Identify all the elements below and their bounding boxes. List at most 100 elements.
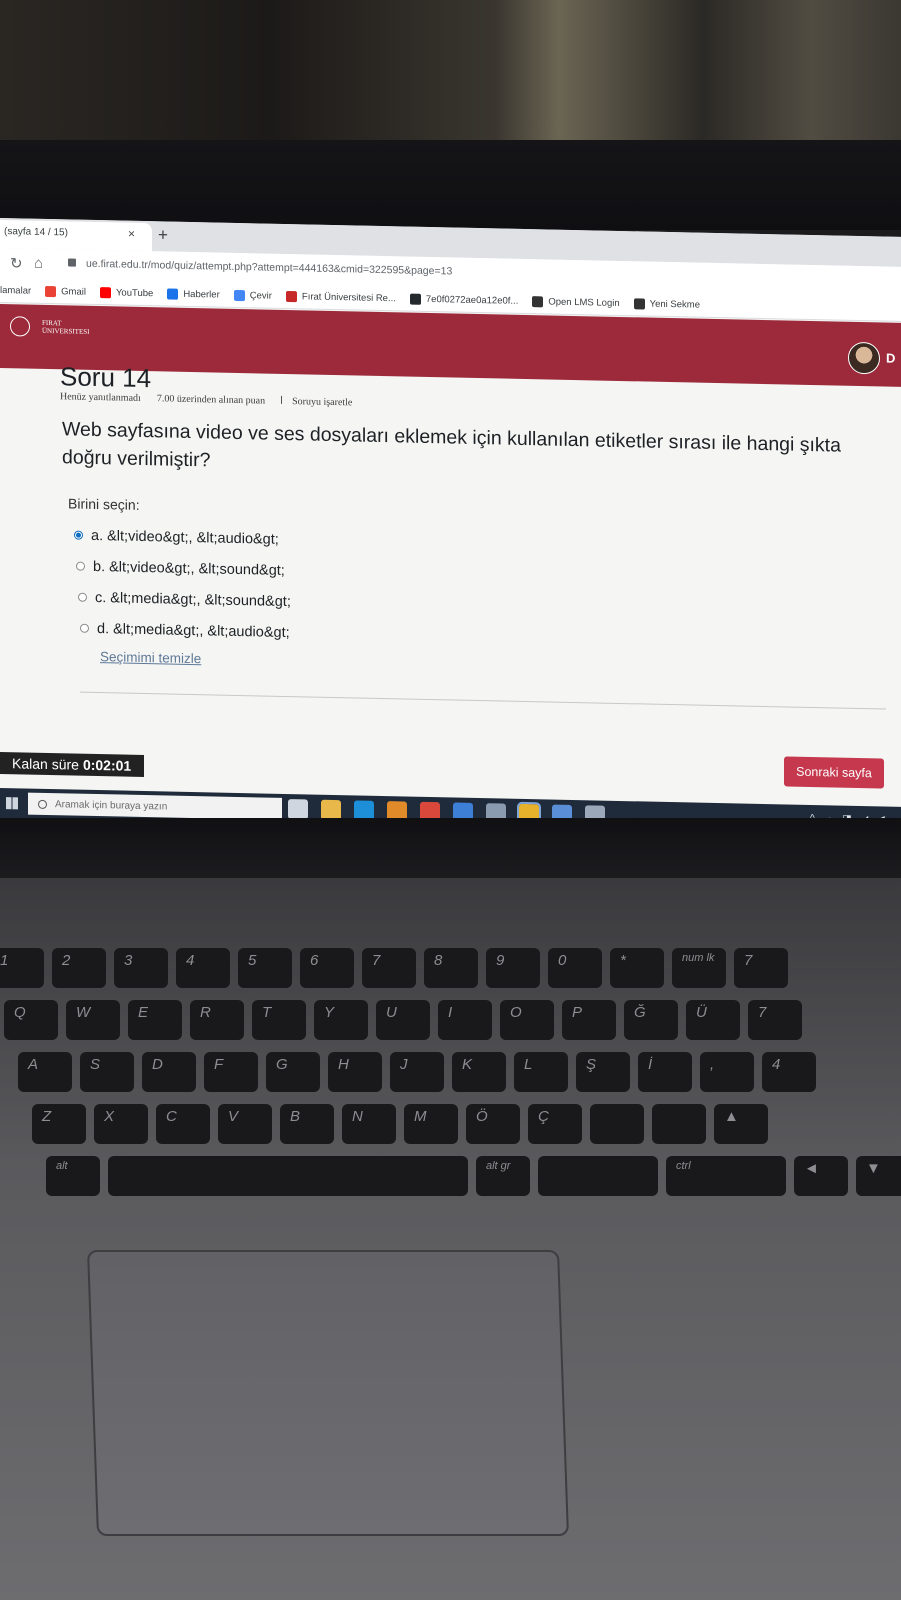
user-menu-initial[interactable]: D <box>886 351 895 366</box>
bookmark-item[interactable]: Fırat Üniversitesi Re... <box>285 290 396 304</box>
bookmark-label: 7e0f0272ae0a12e0f... <box>425 293 519 307</box>
bookmark-item[interactable]: Yeni Sekme <box>633 297 700 310</box>
keyboard-key: 8 <box>424 948 478 988</box>
keyboard-key: 9 <box>486 948 540 988</box>
keyboard-key: alt gr <box>476 1156 530 1196</box>
question-title: Soru 14 <box>60 361 152 394</box>
keyboard-key: ▼ <box>856 1156 901 1196</box>
windows-start-icon[interactable] <box>6 797 18 810</box>
bookmark-icon <box>532 295 544 307</box>
keyboard-key: ◄ <box>794 1156 848 1196</box>
clear-selection-link[interactable]: Seçimimi temizle <box>100 649 201 666</box>
tab-title: (sayfa 14 / 15) <box>4 226 68 239</box>
laptop-screen: (sayfa 14 / 15) × + ↻ ⌂ ue.firat.edu.tr/… <box>0 218 901 837</box>
bookmark-label: Gmail <box>61 285 86 298</box>
keyboard-key: 7 <box>362 948 416 988</box>
bookmark-icon <box>285 290 297 302</box>
bookmark-item[interactable]: lamalar <box>0 285 31 297</box>
keyboard-key: J <box>390 1052 444 1092</box>
university-logo-icon[interactable] <box>10 316 30 337</box>
keyboard-key: , <box>700 1052 754 1092</box>
keyboard-key: T <box>252 1000 306 1040</box>
keyboard-key: 0 <box>548 948 602 988</box>
next-page-button[interactable]: Sonraki sayfa <box>784 756 884 789</box>
keyboard-row: alt alt gr ctrl ◄ ▼ <box>46 1156 901 1200</box>
bookmark-item[interactable]: Open LMS Login <box>532 295 620 309</box>
answer-radio[interactable] <box>76 561 85 571</box>
keyboard-key: 7 <box>734 948 788 988</box>
keyboard-key: ▲ <box>714 1104 768 1144</box>
keyboard-key: alt <box>46 1156 100 1196</box>
search-icon <box>38 799 47 809</box>
keyboard-key: L <box>514 1052 568 1092</box>
keyboard-key: Z <box>32 1104 86 1144</box>
keyboard-key: C <box>156 1104 210 1144</box>
new-tab-button[interactable]: + <box>158 225 168 245</box>
answer-options: a. &lt;video&gt;, &lt;audio&gt; b. &lt;vi… <box>74 520 291 649</box>
bookmark-icon <box>233 289 245 301</box>
bookmark-label: Open LMS Login <box>548 295 620 309</box>
question-status: Henüz yanıtlanmadı <box>60 391 141 404</box>
home-icon[interactable]: ⌂ <box>34 255 43 272</box>
laptop-bezel-bottom <box>0 818 901 878</box>
answer-option[interactable]: a. &lt;video&gt;, &lt;audio&gt; <box>74 520 291 556</box>
bookmark-item[interactable]: YouTube <box>99 286 153 299</box>
taskbar-search-input[interactable]: Aramak için buraya yazın <box>28 792 282 820</box>
keyboard-key: Ç <box>528 1104 582 1144</box>
keyboard-key: I <box>438 1000 492 1040</box>
bookmark-item[interactable]: Çevir <box>233 289 272 301</box>
answer-radio[interactable] <box>78 592 87 602</box>
bookmark-item[interactable]: Haberler <box>167 288 220 301</box>
answer-radio[interactable] <box>80 623 89 633</box>
answer-radio[interactable] <box>74 530 83 540</box>
keyboard-row: QWERTYUIOPĞÜ7 <box>4 1000 802 1044</box>
keyboard-row: Z X C V B N M Ö Ç ▲ <box>32 1104 768 1148</box>
quiz-content: Soru 14 Henüz yanıtlanmadı 7.00 üzerinde… <box>0 361 901 807</box>
keyboard-key: num lk <box>672 948 726 988</box>
close-tab-icon[interactable]: × <box>128 227 135 241</box>
background-wall <box>0 0 901 160</box>
keyboard-key: Ş <box>576 1052 630 1092</box>
keyboard-key: 4 <box>762 1052 816 1092</box>
keyboard-key: E <box>128 1000 182 1040</box>
question-text: Web sayfasına video ve ses dosyaları ekl… <box>62 418 841 472</box>
answer-option[interactable]: b. &lt;video&gt;, &lt;sound&gt; <box>76 551 291 587</box>
answer-prompt: Birini seçin: <box>68 495 140 513</box>
keyboard-key: 1 <box>0 948 44 988</box>
question-info: Henüz yanıtlanmadı 7.00 üzerinden alınan… <box>60 391 352 408</box>
keyboard-key: ctrl <box>666 1156 786 1196</box>
keyboard-key: X <box>94 1104 148 1144</box>
keyboard-key: F <box>204 1052 258 1092</box>
answer-label: a. &lt;video&gt;, &lt;audio&gt; <box>91 527 279 548</box>
keyboard-key: İ <box>638 1052 692 1092</box>
keyboard-key: N <box>342 1104 396 1144</box>
quiz-timer: Kalan süre 0:02:01 <box>0 752 144 778</box>
keyboard-row: 1 2 3 4 5 6 7 8 9 0 * num lk 7 <box>0 948 788 992</box>
answer-option[interactable]: c. &lt;media&gt;, &lt;sound&gt; <box>78 582 291 617</box>
keyboard-key: * <box>610 948 664 988</box>
keyboard-key: 5 <box>238 948 292 988</box>
browser-tab[interactable]: (sayfa 14 / 15) × <box>0 220 152 252</box>
keyboard-key: 4 <box>176 948 230 988</box>
bookmark-icon <box>167 288 179 300</box>
user-avatar[interactable] <box>848 341 880 375</box>
keyboard: 1 2 3 4 5 6 7 8 9 0 * num lk 7 Q W E R T Y U I O P Ğ Ü 7 A S D F G H J K L… <box>0 948 901 1218</box>
reload-icon[interactable]: ↻ <box>10 254 23 272</box>
keyboard-key: R <box>190 1000 244 1040</box>
task-view-icon[interactable] <box>288 799 308 820</box>
bookmark-item[interactable]: 7e0f0272ae0a12e0f... <box>409 293 519 307</box>
answer-option[interactable]: d. &lt;media&gt;, &lt;audio&gt; <box>80 613 291 648</box>
bookmark-label: Haberler <box>183 288 220 301</box>
laptop-bezel-top <box>0 140 901 230</box>
flag-question-link[interactable]: Soruyu işaretle <box>281 395 352 408</box>
question-points: 7.00 üzerinden alınan puan <box>156 393 266 407</box>
keyboard-key: D <box>142 1052 196 1092</box>
lock-icon <box>68 258 76 267</box>
keyboard-key: P <box>562 1000 616 1040</box>
bookmark-label: lamalar <box>0 284 32 297</box>
keyboard-key <box>652 1104 706 1144</box>
keyboard-key: 3 <box>114 948 168 988</box>
address-bar[interactable]: ue.firat.edu.tr/mod/quiz/attempt.php?att… <box>86 258 452 278</box>
keyboard-key: Ü <box>686 1000 740 1040</box>
bookmark-item[interactable]: Gmail <box>45 285 86 297</box>
